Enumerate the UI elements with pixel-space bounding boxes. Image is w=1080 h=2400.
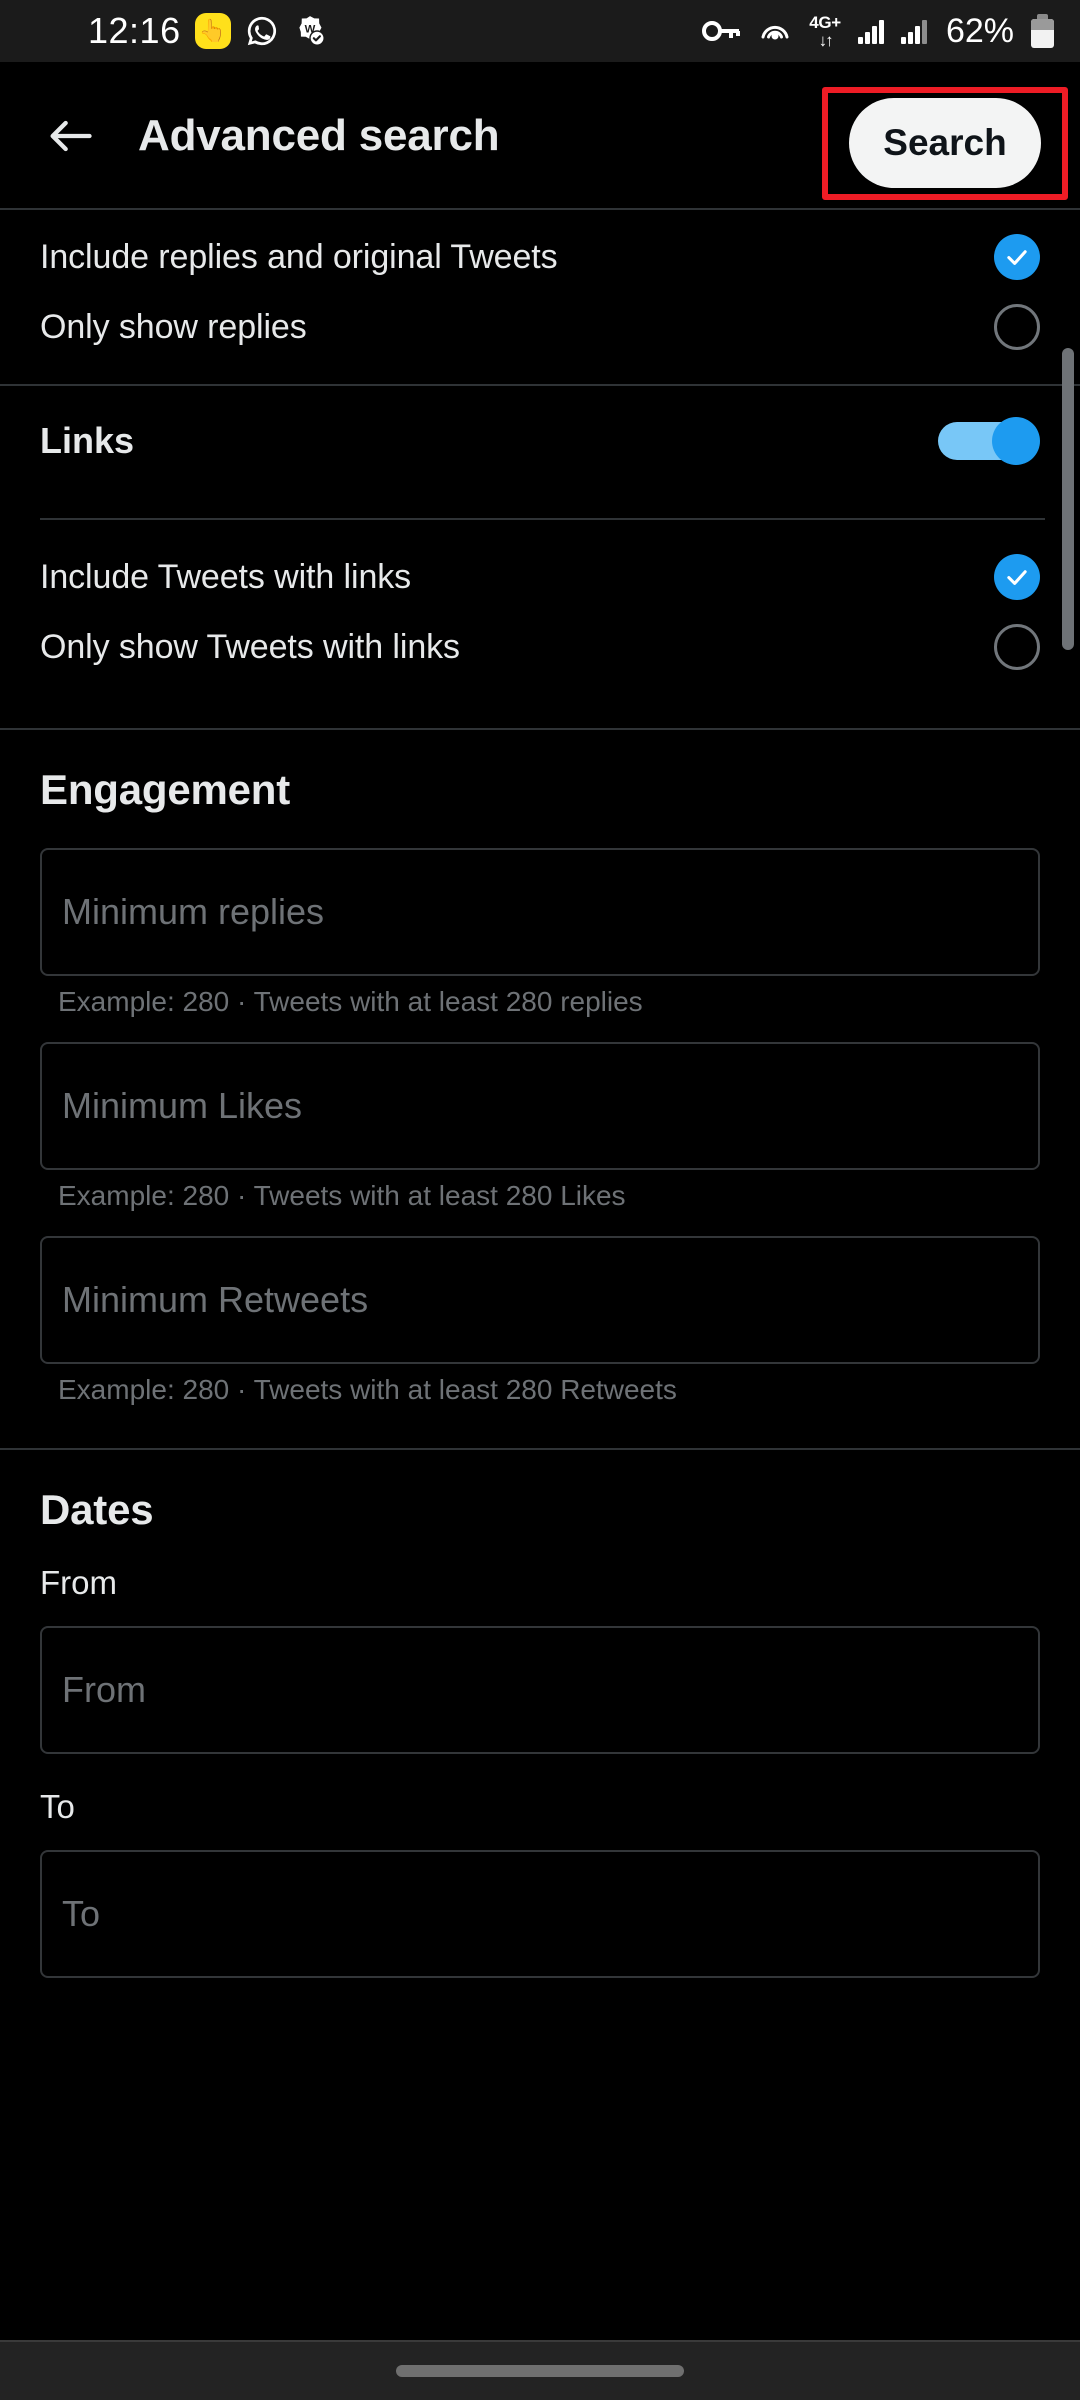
- minimum-retweets-helper: Example: 280 · Tweets with at least 280 …: [58, 1374, 677, 1405]
- option-label: Include Tweets with links: [40, 557, 412, 596]
- dates-heading: Dates: [40, 1486, 154, 1533]
- from-label: From: [40, 1564, 117, 1601]
- links-title: Links: [40, 420, 135, 461]
- back-arrow-icon: [50, 120, 92, 152]
- snapchat-icon: 👆: [194, 13, 231, 49]
- option-row-only-links[interactable]: Only show Tweets with links: [0, 612, 1080, 682]
- minimum-likes-field-wrap: Minimum Likes: [0, 1042, 1080, 1170]
- toggle-thumb: [992, 417, 1040, 465]
- links-toggle[interactable]: [938, 417, 1040, 465]
- option-row-include-replies[interactable]: Include replies and original Tweets: [0, 222, 1080, 292]
- system-nav-bar: [0, 2340, 1080, 2400]
- radio-unselected-icon[interactable]: [994, 624, 1040, 670]
- key-icon: [701, 18, 741, 44]
- minimum-replies-input[interactable]: Minimum replies: [40, 848, 1040, 976]
- status-bar-right: 4G+ ↓↑ 62%: [701, 12, 1054, 51]
- option-label: Only show replies: [40, 307, 307, 346]
- battery-icon: [1031, 14, 1054, 48]
- links-toggle-row[interactable]: Links: [0, 386, 1080, 496]
- to-date-input[interactable]: To: [40, 1850, 1040, 1978]
- network-4g-icon: 4G+ ↓↑: [809, 12, 841, 50]
- whatsapp-icon: [245, 14, 279, 48]
- signal-bars-icon: [900, 18, 927, 44]
- radio-selected-icon[interactable]: [994, 554, 1040, 600]
- home-gesture-pill[interactable]: [396, 2365, 684, 2377]
- minimum-replies-helper: Example: 280 · Tweets with at least 280 …: [58, 986, 643, 1017]
- search-button[interactable]: Search: [849, 98, 1041, 188]
- minimum-likes-helper: Example: 280 · Tweets with at least 280 …: [58, 1180, 626, 1211]
- input-placeholder: To: [62, 1893, 101, 1934]
- to-label: To: [40, 1788, 75, 1825]
- option-row-include-links[interactable]: Include Tweets with links: [0, 542, 1080, 612]
- minimum-likes-input[interactable]: Minimum Likes: [40, 1042, 1040, 1170]
- to-field-wrap: To: [0, 1850, 1080, 1978]
- option-row-only-replies[interactable]: Only show replies: [0, 292, 1080, 362]
- settings-scroll-content[interactable]: Include replies and original Tweets Only…: [0, 210, 1080, 2340]
- option-label: Include replies and original Tweets: [40, 237, 558, 276]
- clock: 12:16: [88, 10, 181, 51]
- input-placeholder: Minimum replies: [62, 891, 325, 932]
- option-label: Only show Tweets with links: [40, 627, 460, 666]
- status-bar: 12:16 👆 W 4G+ ↓↑ 62%: [0, 0, 1080, 62]
- page-title: Advanced search: [138, 111, 500, 160]
- input-placeholder: From: [62, 1669, 146, 1710]
- from-field-wrap: From: [0, 1626, 1080, 1754]
- hotspot-icon: [758, 16, 792, 46]
- battery-percent: 62%: [945, 11, 1014, 50]
- minimum-retweets-input[interactable]: Minimum Retweets: [40, 1236, 1040, 1364]
- engagement-heading: Engagement: [40, 766, 291, 813]
- verified-badge-icon: W: [293, 14, 327, 48]
- back-button[interactable]: [22, 88, 118, 184]
- from-date-input[interactable]: From: [40, 1626, 1040, 1754]
- minimum-retweets-field-wrap: Minimum Retweets: [0, 1236, 1080, 1364]
- signal-bars-icon: [857, 18, 884, 44]
- minimum-replies-field-wrap: Minimum replies: [0, 848, 1080, 976]
- radio-selected-icon[interactable]: [994, 234, 1040, 280]
- input-placeholder: Minimum Likes: [62, 1085, 303, 1126]
- input-placeholder: Minimum Retweets: [62, 1279, 369, 1320]
- status-bar-left: 12:16 👆 W: [0, 10, 327, 52]
- radio-unselected-icon[interactable]: [994, 304, 1040, 350]
- vertical-scrollbar[interactable]: [1062, 348, 1074, 650]
